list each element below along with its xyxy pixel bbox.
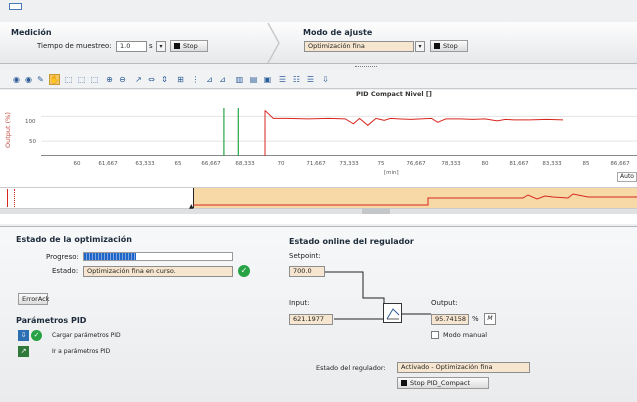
output-value: 95.74158	[431, 314, 469, 325]
zoom-out-icon[interactable]: ⊖	[117, 74, 128, 85]
manual-value-icon[interactable]: M	[484, 313, 496, 325]
y-tick-50: 50	[29, 139, 36, 145]
pen-icon[interactable]: ✎	[35, 74, 46, 85]
modo-manual-label: Modo manual	[443, 331, 488, 339]
x-tick: 86,667	[610, 161, 630, 167]
stop-icon	[174, 43, 180, 49]
ajuste-stop-button[interactable]: Stop	[430, 40, 468, 52]
record-icon[interactable]: ◉	[23, 74, 34, 85]
load-params-icon[interactable]: ⇩	[18, 330, 29, 341]
tiempo-muestreo-label: Tiempo de muestreo:	[37, 42, 112, 50]
list-icon[interactable]: ☰	[305, 74, 316, 85]
modo-ajuste-title: Modo de ajuste	[303, 28, 373, 37]
overview-strip[interactable]: ▲	[0, 187, 637, 210]
x-tick: 60	[73, 161, 81, 167]
plot-canvas[interactable]	[41, 104, 637, 156]
panel-chevron-divider	[266, 22, 282, 64]
y-tick-100: 100	[25, 119, 36, 125]
scale-x-icon[interactable]: ⇔	[146, 74, 157, 85]
unit-dropdown-button[interactable]: ▾	[156, 41, 166, 52]
horizontal-scrollbar[interactable]	[0, 209, 637, 214]
x-tick: 76,667	[406, 161, 426, 167]
table-icon[interactable]: ☷	[291, 74, 302, 85]
zoom-x-icon[interactable]: ⬚	[76, 74, 87, 85]
goto-params-icon[interactable]: ↗	[18, 346, 29, 357]
controller-diagram-lines	[325, 271, 431, 320]
overview-trace	[193, 193, 637, 206]
overview-left-marker	[7, 189, 15, 207]
series-line	[264, 110, 564, 126]
x-tick: 71,667	[306, 161, 326, 167]
estado-optimizacion-title: Estado de la optimización	[16, 235, 132, 244]
measure-icon[interactable]: ⊿	[217, 74, 228, 85]
pid-controller-icon[interactable]	[383, 303, 402, 323]
input-label: Input:	[289, 299, 310, 307]
ok-check-icon: ✓	[238, 265, 250, 277]
setpoint-label: Setpoint:	[289, 252, 321, 260]
tiempo-muestreo-input[interactable]: 1.0	[116, 41, 147, 52]
tiempo-unit: s	[149, 42, 153, 50]
parametros-pid-title: Parámetros PID	[16, 316, 87, 325]
window-tab-marker[interactable]	[9, 3, 22, 10]
zoom-y-icon[interactable]: ⬚	[89, 74, 100, 85]
mode-dropdown-button[interactable]: ▾	[415, 41, 425, 52]
y-axis-label: Output (%)	[4, 112, 12, 148]
snapshot-icon[interactable]: ▣	[262, 74, 273, 85]
x-tick: 81,667	[509, 161, 529, 167]
erroack-button[interactable]: ErrorAck	[18, 293, 50, 305]
legend-icon[interactable]: ☰	[277, 74, 288, 85]
progreso-label: Progreso:	[46, 253, 79, 261]
x-tick: 85	[582, 161, 590, 167]
cursor-icon[interactable]: ⋮	[190, 74, 201, 85]
x-tick: 68,333	[235, 161, 255, 167]
x-tick: 63,333	[135, 161, 155, 167]
cargar-parametros-link[interactable]: Cargar parámetros PID	[52, 332, 121, 339]
medicion-title: Medición	[11, 28, 52, 37]
estado-regulador-label: Estado del regulador:	[316, 364, 386, 372]
stop-icon	[401, 380, 407, 386]
x-tick: 73,333	[339, 161, 359, 167]
marker-icon[interactable]: ⊿	[204, 74, 215, 85]
stop-icon	[434, 43, 440, 49]
stop-pid-compact-button[interactable]: Stop PID_Compact	[397, 377, 489, 389]
x-axis-unit: [min]	[384, 170, 399, 176]
modo-ajuste-select[interactable]: Optimización fina	[304, 41, 414, 52]
x-tick: 75	[377, 161, 385, 167]
x-tick: 66,667	[201, 161, 221, 167]
hand-icon[interactable]: ✋	[49, 74, 60, 85]
x-tick: 65	[174, 161, 182, 167]
x-tick: 61,667	[98, 161, 118, 167]
auto-scale-button[interactable]: Auto	[617, 172, 637, 182]
zoom-area-icon[interactable]: ⬚	[63, 74, 74, 85]
estado-regulador-value: Activado - Optimización fina	[397, 362, 530, 373]
chart-title: PID Compact Nivel []	[356, 90, 432, 98]
load-ok-icon: ✓	[31, 330, 42, 341]
zoom-in-icon[interactable]: ⊕	[104, 74, 115, 85]
splitter-handle-mid[interactable]	[362, 208, 390, 214]
medicion-stop-button[interactable]: Stop	[170, 40, 208, 52]
x-tick: 83,333	[542, 161, 562, 167]
estado-label: Estado:	[52, 267, 79, 275]
play-icon[interactable]: ◉	[11, 74, 22, 85]
x-tick: 70	[277, 161, 285, 167]
progress-bar	[83, 252, 233, 261]
estado-online-title: Estado online del regulador	[289, 237, 414, 246]
x-tick: 78,333	[441, 161, 461, 167]
progress-fill	[84, 253, 136, 260]
output-unit: %	[472, 315, 479, 323]
output-label: Output:	[431, 299, 458, 307]
export-icon[interactable]: ⇩	[320, 74, 331, 85]
ir-parametros-link[interactable]: Ir a parámetros PID	[52, 348, 110, 355]
split-v-icon[interactable]: ▥	[234, 74, 245, 85]
x-tick: 80	[481, 161, 489, 167]
scale-y-icon[interactable]: ⇕	[159, 74, 170, 85]
modo-manual-checkbox[interactable]	[431, 331, 439, 339]
splitter-handle-top[interactable]	[355, 66, 377, 69]
split-h-icon[interactable]: ▤	[248, 74, 259, 85]
fit-icon[interactable]: ⊞	[175, 74, 186, 85]
estado-value: Optimización fina en curso.	[83, 266, 233, 277]
autoscale-icon[interactable]: ↗	[133, 74, 144, 85]
